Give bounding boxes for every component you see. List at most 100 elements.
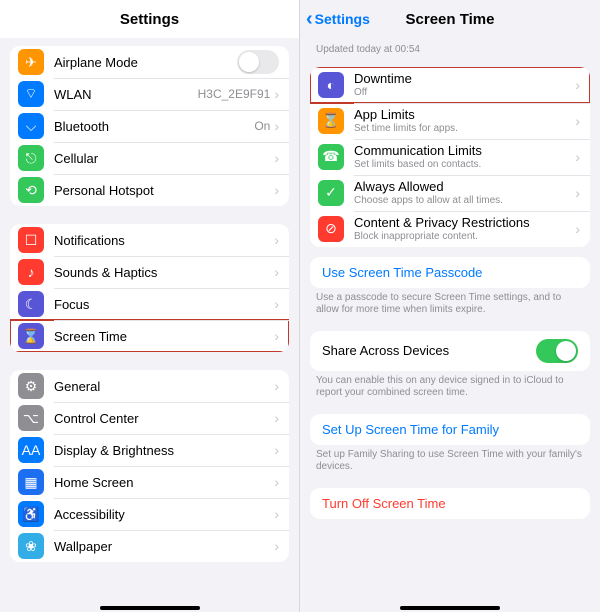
- display-icon: AA: [18, 437, 44, 463]
- row-sublabel: Block inappropriate content.: [354, 231, 575, 242]
- chevron-left-icon: ‹: [306, 9, 313, 29]
- row-screen-time[interactable]: ⌛Screen Time›: [10, 320, 289, 352]
- toggle[interactable]: [237, 50, 279, 74]
- row-label: Screen Time: [54, 329, 274, 344]
- chevron-right-icon: ›: [274, 264, 279, 280]
- family-group: Set Up Screen Time for Family: [310, 414, 590, 445]
- wifi-icon: ⌔: [18, 81, 44, 107]
- homescreen-icon: ▦: [18, 469, 44, 495]
- settings-navbar: Settings: [0, 0, 299, 38]
- row-sublabel: Set limits based on contacts.: [354, 159, 575, 170]
- chevron-right-icon: ›: [274, 232, 279, 248]
- airplane-icon: ✈: [18, 49, 44, 75]
- setup-family-link[interactable]: Set Up Screen Time for Family: [310, 414, 590, 445]
- row-label: Downtime: [354, 71, 575, 86]
- back-button[interactable]: ‹ Settings: [306, 0, 370, 38]
- focus-icon: ☾: [18, 291, 44, 317]
- row-sublabel: Choose apps to allow at all times.: [354, 195, 575, 206]
- screentime-scroll[interactable]: Updated today at 00:54 ◐DowntimeOff›⌛App…: [300, 38, 600, 612]
- turnoff-group: Turn Off Screen Time: [310, 488, 590, 519]
- row-label: Accessibility: [54, 507, 274, 522]
- row-communication-limits[interactable]: ☎ Communication LimitsSet limits based on…: [310, 139, 590, 175]
- row-wallpaper[interactable]: ❀ Wallpaper›: [10, 530, 289, 562]
- updated-caption: Updated today at 00:54: [300, 38, 600, 61]
- wallpaper-icon: ❀: [18, 533, 44, 559]
- turn-off-link[interactable]: Turn Off Screen Time: [310, 488, 590, 519]
- share-toggle[interactable]: [536, 339, 578, 363]
- share-caption: You can enable this on any device signed…: [300, 371, 600, 404]
- row-always-allowed[interactable]: ✓ Always AllowedChoose apps to allow at a…: [310, 175, 590, 211]
- sounds-icon: ♪: [18, 259, 44, 285]
- chevron-right-icon: ›: [274, 538, 279, 554]
- row-content-privacy-restrictions[interactable]: ⊘ Content & Privacy RestrictionsBlock ina…: [310, 211, 590, 247]
- back-label: Settings: [315, 11, 370, 27]
- downtime-icon: ◐: [318, 72, 344, 98]
- chevron-right-icon: ›: [575, 185, 580, 201]
- row-label: Always Allowed: [354, 179, 575, 194]
- chevron-right-icon: ›: [274, 150, 279, 166]
- chevron-right-icon: ›: [274, 296, 279, 312]
- use-passcode-link[interactable]: Use Screen Time Passcode: [310, 257, 590, 288]
- row-label: Airplane Mode: [54, 55, 237, 70]
- row-home-screen[interactable]: ▦Home Screen›: [10, 466, 289, 498]
- row-accessibility[interactable]: ♿Accessibility›: [10, 498, 289, 530]
- applimits-icon: ⌛: [318, 108, 344, 134]
- row-cellular[interactable]: ⎋Cellular›: [10, 142, 289, 174]
- chevron-right-icon: ›: [274, 182, 279, 198]
- chevron-right-icon: ›: [575, 221, 580, 237]
- row-focus[interactable]: ☾ Focus›: [10, 288, 289, 320]
- row-sublabel: Off: [354, 87, 575, 98]
- row-general[interactable]: ⚙ General›: [10, 370, 289, 402]
- row-label: Sounds & Haptics: [54, 265, 274, 280]
- contentpriv-icon: ⊘: [318, 216, 344, 242]
- general-icon: ⚙: [18, 373, 44, 399]
- family-caption: Set up Family Sharing to use Screen Time…: [300, 445, 600, 478]
- passcode-group: Use Screen Time Passcode: [310, 257, 590, 288]
- hotspot-icon: ⟲: [18, 177, 44, 203]
- row-notifications[interactable]: ☐Notifications›: [10, 224, 289, 256]
- row-label: Wallpaper: [54, 539, 274, 554]
- row-control-center[interactable]: ⌥ Control Center›: [10, 402, 289, 434]
- screentime-navbar: ‹ Settings Screen Time: [300, 0, 600, 38]
- home-indicator[interactable]: [100, 606, 200, 610]
- row-label: Communication Limits: [354, 143, 575, 158]
- settings-group-0: ✈ Airplane Mode ⌔WLANH3C_2E9F91› ⌵ Bluetooth…: [10, 46, 289, 206]
- chevron-right-icon: ›: [274, 506, 279, 522]
- share-group: Share Across Devices: [310, 331, 590, 371]
- notifications-icon: ☐: [18, 227, 44, 253]
- bluetooth-icon: ⌵: [18, 113, 44, 139]
- row-label: Control Center: [54, 411, 274, 426]
- row-label: Display & Brightness: [54, 443, 274, 458]
- row-label: General: [54, 379, 274, 394]
- row-personal-hotspot[interactable]: ⟲ Personal Hotspot›: [10, 174, 289, 206]
- commlimits-icon: ☎: [318, 144, 344, 170]
- row-app-limits[interactable]: ⌛App LimitsSet time limits for apps.›: [310, 103, 590, 139]
- screentime-main-group: ◐DowntimeOff›⌛App LimitsSet time limits …: [310, 67, 590, 247]
- settings-scroll[interactable]: ✈ Airplane Mode ⌔WLANH3C_2E9F91› ⌵ Bluetooth…: [0, 38, 299, 612]
- controlcenter-icon: ⌥: [18, 405, 44, 431]
- passcode-caption: Use a passcode to secure Screen Time set…: [300, 288, 600, 321]
- row-label: Bluetooth: [54, 119, 254, 134]
- chevron-right-icon: ›: [575, 113, 580, 129]
- share-across-devices-row[interactable]: Share Across Devices: [310, 331, 590, 371]
- chevron-right-icon: ›: [575, 149, 580, 165]
- row-label: Content & Privacy Restrictions: [354, 215, 575, 230]
- chevron-right-icon: ›: [274, 86, 279, 102]
- settings-group-2: ⚙General›⌥Control Center›AADisplay & Bri…: [10, 370, 289, 562]
- row-sounds-haptics[interactable]: ♪ Sounds & Haptics›: [10, 256, 289, 288]
- row-bluetooth[interactable]: ⌵BluetoothOn›: [10, 110, 289, 142]
- row-wlan[interactable]: ⌔WLANH3C_2E9F91›: [10, 78, 289, 110]
- row-display-brightness[interactable]: AADisplay & Brightness›: [10, 434, 289, 466]
- settings-pane: Settings ✈ Airplane Mode ⌔WLANH3C_2E9F91› ⌵…: [0, 0, 300, 612]
- row-sublabel: Set time limits for apps.: [354, 123, 575, 134]
- alwaysallowed-icon: ✓: [318, 180, 344, 206]
- row-label: Focus: [54, 297, 274, 312]
- row-airplane-mode[interactable]: ✈ Airplane Mode: [10, 46, 289, 78]
- screentime-title: Screen Time: [406, 11, 495, 28]
- row-downtime[interactable]: ◐DowntimeOff›: [310, 67, 590, 103]
- row-detail: On: [254, 119, 270, 133]
- chevron-right-icon: ›: [274, 378, 279, 394]
- home-indicator[interactable]: [400, 606, 500, 610]
- row-label: Personal Hotspot: [54, 183, 274, 198]
- chevron-right-icon: ›: [274, 410, 279, 426]
